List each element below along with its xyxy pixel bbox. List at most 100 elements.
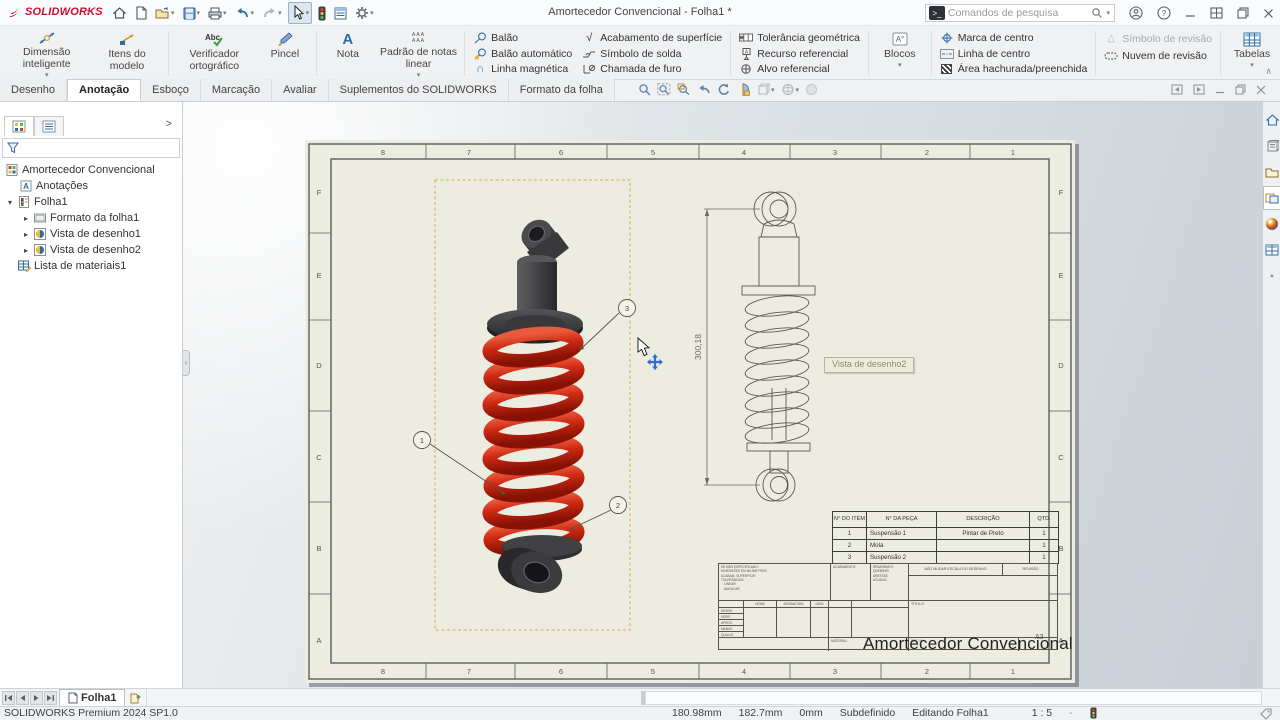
view-palette-button[interactable]: [1263, 186, 1280, 210]
bom-cell[interactable]: Pintar de Preto: [937, 528, 1030, 540]
taskpane-home-button[interactable]: [1263, 108, 1280, 132]
bom-cell[interactable]: [937, 540, 1030, 552]
open-button[interactable]: ▾: [153, 2, 177, 24]
search-input[interactable]: Comandos de pesquisa: [948, 7, 1091, 19]
status-tag-icon[interactable]: [1260, 708, 1272, 720]
appearance-button[interactable]: [805, 83, 818, 96]
tab-formato-folha[interactable]: Formato da folha: [509, 79, 615, 101]
geometric-tolerance-button[interactable]: Tolerância geométrica: [736, 30, 863, 46]
tab-esboco[interactable]: Esboço: [141, 79, 201, 101]
drawing-view2-wireframe[interactable]: [742, 192, 815, 501]
bom-cell[interactable]: Suspensão 2: [867, 552, 937, 564]
taskpane-more-icon[interactable]: ▲: [1263, 264, 1280, 288]
tree-item-folha1[interactable]: ▾ Folha1: [0, 194, 182, 210]
tree-item-formato[interactable]: ▸ Formato da folha1: [0, 210, 182, 226]
dock-left-button[interactable]: [1171, 84, 1183, 95]
tree-item-vista2[interactable]: ▸ Vista de desenho2: [0, 242, 182, 258]
tab-marcacao[interactable]: Marcação: [201, 79, 272, 101]
save-button[interactable]: ▾: [181, 2, 203, 24]
appearances-button[interactable]: [1263, 212, 1280, 236]
search-box[interactable]: >_ Comandos de pesquisa ▾: [925, 4, 1115, 22]
design-library-button[interactable]: [1263, 134, 1280, 158]
tree-filter-input[interactable]: [2, 138, 180, 158]
file-explorer-button[interactable]: [1263, 160, 1280, 184]
zoom-button[interactable]: [638, 83, 651, 96]
account-button[interactable]: [1129, 6, 1143, 20]
view-orientation-button[interactable]: ▾: [756, 83, 775, 96]
linear-note-pattern-button[interactable]: AAAAAA Padrão de notas linear ▾: [376, 28, 461, 79]
featuremanager-tab[interactable]: [4, 116, 34, 136]
datum-feature-button[interactable]: ARecurso referencial: [736, 46, 863, 62]
bom-row[interactable]: 3 Suspensão 2 1: [833, 552, 1059, 564]
search-icon[interactable]: [1091, 7, 1103, 19]
options-button[interactable]: ▾: [353, 2, 376, 24]
panel-collapse-handle[interactable]: ‹: [183, 350, 190, 376]
tree-collapsed-icon[interactable]: ▸: [22, 246, 30, 255]
blocks-button[interactable]: A° Blocos ▾: [872, 28, 928, 79]
bom-cell[interactable]: Suspensão 1: [867, 528, 937, 540]
status-rebuild-icon[interactable]: [1090, 707, 1097, 719]
sheet-tab-folha1[interactable]: Folha1: [59, 689, 125, 706]
undo-button[interactable]: ▾: [233, 2, 257, 24]
close-button[interactable]: [1263, 8, 1274, 19]
display-style-button[interactable]: ▾: [781, 83, 800, 96]
add-sheet-button[interactable]: [125, 689, 147, 706]
tab-desenho[interactable]: Desenho: [0, 79, 67, 101]
drawing-sheet[interactable]: 87654321 87654321 FEDCBA FEDCBA: [305, 140, 1075, 683]
new-document-button[interactable]: [133, 2, 149, 24]
graphics-area[interactable]: ‹: [183, 102, 1262, 688]
doc-restore-button[interactable]: [1235, 84, 1246, 95]
print-button[interactable]: ▾: [206, 2, 229, 24]
revision-cloud-button[interactable]: Nuvem de revisão: [1101, 47, 1215, 64]
ribbon-collapse-icon[interactable]: ∧: [1265, 66, 1272, 77]
menu-expander-icon[interactable]: ›: [86, 6, 90, 18]
spell-checker-button[interactable]: Abc Verificador ortográfico: [172, 28, 257, 79]
format-painter-button[interactable]: Pincel: [257, 28, 313, 79]
zoom-to-fit-button[interactable]: [657, 83, 671, 96]
bom-cell[interactable]: [937, 552, 1030, 564]
restore-button[interactable]: [1237, 7, 1249, 19]
custom-properties-button[interactable]: [1263, 238, 1280, 262]
tree-item-bom[interactable]: Lista de materiais1: [0, 258, 182, 274]
redraw-button[interactable]: [717, 83, 730, 96]
bom-cell[interactable]: 2: [833, 540, 867, 552]
help-button[interactable]: ?: [1157, 6, 1171, 20]
tree-root-item[interactable]: Amortecedor Convencional: [0, 162, 182, 178]
propertymanager-tab[interactable]: [34, 116, 64, 136]
bom-row[interactable]: 1 Suspensão 1 Pintar de Preto 1: [833, 528, 1059, 540]
balloon-button[interactable]: Balão: [470, 30, 575, 46]
doc-close-button[interactable]: [1256, 85, 1266, 95]
minimize-button[interactable]: [1185, 8, 1196, 19]
weld-symbol-button[interactable]: Símbolo de solda: [579, 46, 725, 62]
zoom-to-area-button[interactable]: [677, 83, 691, 96]
tree-expanded-icon[interactable]: ▾: [6, 198, 14, 207]
section-view-button[interactable]: [736, 83, 750, 96]
center-mark-button[interactable]: Marca de centro: [937, 30, 1091, 46]
tree-item-vista1[interactable]: ▸ Vista de desenho1: [0, 226, 182, 242]
previous-view-button[interactable]: [697, 84, 711, 96]
revision-symbol-button[interactable]: △Símbolo de revisão: [1101, 30, 1215, 47]
tree-item-annotations[interactable]: A Anotações: [0, 178, 182, 194]
tab-suplementos[interactable]: Suplementos do SOLIDWORKS: [329, 79, 509, 101]
layout-button[interactable]: [1210, 7, 1223, 19]
horizontal-scrollbar[interactable]: [645, 691, 1262, 705]
select-tool-button[interactable]: ▾: [288, 2, 313, 24]
dimension-300-18[interactable]: 300,18: [693, 209, 760, 485]
file-properties-button[interactable]: [332, 2, 349, 24]
drawing-view1-shock-absorber[interactable]: [487, 214, 583, 600]
bom-cell[interactable]: 3: [833, 552, 867, 564]
tree-collapsed-icon[interactable]: ▸: [22, 230, 30, 239]
tab-avaliar[interactable]: Avaliar: [272, 79, 328, 101]
auto-balloon-button[interactable]: Balão automático: [470, 46, 575, 62]
panel-expand-icon[interactable]: >: [166, 118, 172, 130]
rebuild-button[interactable]: [316, 2, 328, 24]
search-caret-icon[interactable]: ▾: [1106, 9, 1110, 17]
bom-cell[interactable]: 1: [1030, 528, 1059, 540]
note-button[interactable]: A Nota: [320, 28, 376, 79]
magnetic-line-button[interactable]: ∩Linha magnética: [470, 61, 575, 77]
centerline-button[interactable]: Linha de centro: [937, 46, 1091, 62]
hatch-area-button[interactable]: Área hachurada/preenchida: [937, 61, 1091, 77]
prev-sheet-button[interactable]: [16, 691, 29, 705]
bom-row[interactable]: 2 Mola 1: [833, 540, 1059, 552]
redo-button[interactable]: ▾: [260, 2, 284, 24]
